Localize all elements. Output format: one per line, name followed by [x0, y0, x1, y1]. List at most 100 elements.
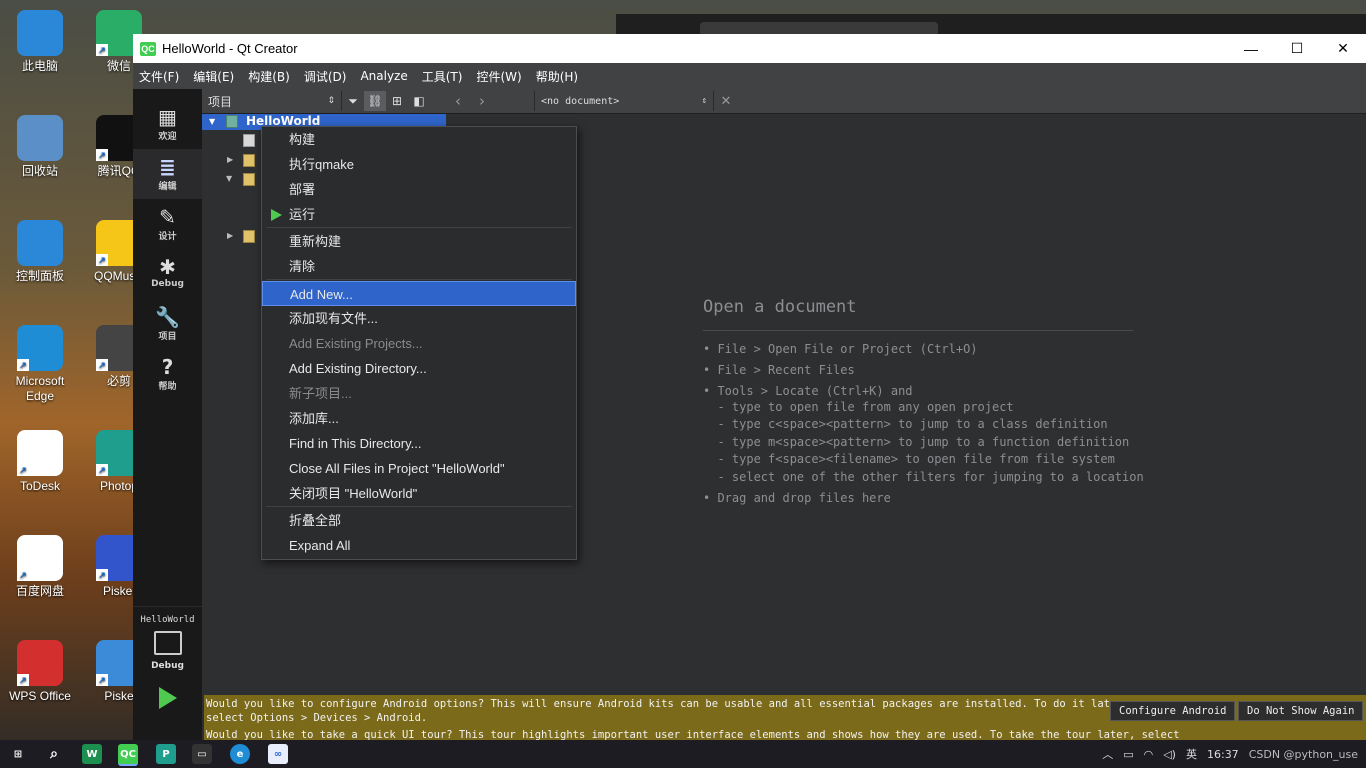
expanded-arrow-icon: ▼	[226, 174, 233, 183]
context-menu-item[interactable]: 部署	[262, 177, 576, 202]
shortcut-arrow-icon: ↗	[17, 569, 29, 581]
context-menu-item[interactable]: Add Existing Projects...	[262, 331, 576, 356]
desktop-icon-label: 百度网盘	[15, 584, 64, 598]
context-menu-label: 添加现有文件...	[289, 311, 378, 326]
menu-item[interactable]: 构建(B)	[248, 68, 290, 85]
desktop-icon[interactable]: ↗ Microsoft Edge	[5, 325, 75, 404]
context-menu-item[interactable]: 添加库...	[262, 406, 576, 431]
android-infobar-text-2: select Options > Devices > Android.	[206, 712, 428, 724]
windows-start-icon[interactable]: ⊞	[8, 744, 28, 764]
desktop-icon-label: WPS Office	[9, 689, 71, 703]
input-method-icon[interactable]: 英	[1186, 746, 1197, 762]
battery-icon[interactable]: ▭	[1123, 748, 1133, 761]
explorer-taskbar-icon[interactable]: ▭	[192, 744, 212, 764]
edit-doc-icon: ≣	[159, 155, 176, 179]
context-menu-item[interactable]: 执行qmake	[262, 152, 576, 177]
tray-time[interactable]: 16:37	[1207, 748, 1239, 761]
mode-edit-doc[interactable]: ≣ 编辑	[133, 149, 202, 199]
navigator-view-label: 项目	[208, 94, 233, 109]
project-icon	[226, 115, 238, 128]
desktop-icon[interactable]: ↗ 百度网盘	[5, 535, 75, 599]
run-icon[interactable]	[158, 687, 177, 709]
forward-icon[interactable]: ›	[470, 92, 494, 110]
context-menu-label: 部署	[289, 182, 316, 197]
combo-arrows-icon: ⇕	[327, 96, 335, 106]
folder-icon	[243, 154, 255, 167]
photopea-taskbar-icon[interactable]: P	[156, 744, 176, 764]
bug-icon: ✱	[159, 255, 176, 279]
configure-android-button[interactable]: Configure Android	[1110, 701, 1236, 721]
shortcut-arrow-icon: ↗	[17, 464, 29, 476]
wifi-icon[interactable]: ◠	[1144, 748, 1154, 761]
shortcut-arrow-icon: ↗	[96, 359, 108, 371]
sync-link-icon[interactable]: ⛓	[364, 91, 386, 111]
desktop-icon[interactable]: 此电脑	[5, 10, 75, 74]
context-menu-item[interactable]: 清除	[262, 254, 576, 279]
menu-item[interactable]: 文件(F)	[139, 68, 179, 85]
context-menu-item[interactable]: 折叠全部	[262, 508, 576, 533]
folder-icon	[243, 230, 255, 243]
desktop-icon[interactable]: ↗ ToDesk	[5, 430, 75, 494]
menu-item[interactable]: Analyze	[360, 69, 407, 83]
context-menu-item[interactable]: 新子项目...	[262, 381, 576, 406]
context-menu-item[interactable]: Find in This Directory...	[262, 431, 576, 456]
context-menu-item[interactable]: Add Existing Directory...	[262, 356, 576, 381]
split-icon[interactable]: ⊞	[386, 91, 408, 111]
context-menu-item[interactable]: 构建	[262, 127, 576, 152]
menu-item[interactable]: 编辑(E)	[193, 68, 234, 85]
baidu-netdisk-taskbar-icon[interactable]: ∞	[268, 744, 288, 764]
mode-wrench[interactable]: 🔧 项目	[133, 299, 202, 349]
close-button[interactable]: ✕	[1320, 34, 1366, 63]
kit-build-label: Debug	[151, 661, 184, 671]
maximize-button[interactable]: ☐	[1274, 34, 1320, 63]
context-menu-item[interactable]: Close All Files in Project "HelloWorld"	[262, 456, 576, 481]
context-menu-label: Add Existing Projects...	[289, 336, 423, 351]
desktop-icon[interactable]: 控制面板	[5, 220, 75, 284]
desktop-icon-label: 控制面板	[15, 269, 64, 283]
context-menu-item[interactable]: Expand All	[262, 533, 576, 558]
context-menu-label: 关闭项目 "HelloWorld"	[289, 486, 418, 501]
edge-icon: ↗	[17, 325, 63, 371]
context-menu-item[interactable]: 重新构建	[262, 229, 576, 254]
wrench-icon: 🔧	[155, 305, 180, 329]
context-menu-item[interactable]: Add New...	[262, 281, 576, 306]
volume-icon[interactable]: ◁)	[1163, 748, 1176, 761]
wps-taskbar-icon[interactable]: W	[82, 744, 102, 764]
context-menu-label: Add New...	[290, 287, 353, 302]
computer-icon	[17, 10, 63, 56]
context-menu-item[interactable]: 添加现有文件...	[262, 306, 576, 331]
back-icon[interactable]: ‹	[446, 92, 470, 110]
monitor-icon[interactable]	[153, 631, 182, 655]
menu-item[interactable]: 帮助(H)	[536, 68, 578, 85]
collapsed-arrow-icon: ▶	[227, 155, 234, 164]
do-not-show-again-button[interactable]: Do Not Show Again	[1238, 701, 1364, 721]
menu-item[interactable]: 工具(T)	[422, 68, 463, 85]
close-document-icon[interactable]: ✕	[714, 94, 738, 109]
qt-creator-taskbar-icon[interactable]: QC	[118, 744, 138, 766]
menu-item[interactable]: 调试(D)	[304, 68, 347, 85]
close-sidebar-icon[interactable]: ◧	[408, 91, 430, 111]
kit-selector: HelloWorld Debug	[133, 606, 202, 741]
edge-taskbar-icon[interactable]: e	[230, 744, 250, 764]
document-label: <no document>	[541, 95, 620, 107]
document-combo[interactable]: <no document> ⇕	[534, 91, 714, 111]
filter-icon[interactable]: ⏷	[342, 91, 364, 111]
pro-file-icon	[243, 134, 255, 147]
navigator-view-combo[interactable]: 项目 ⇕	[202, 91, 342, 111]
desktop-icon[interactable]: 回收站	[5, 115, 75, 179]
menu-item[interactable]: 控件(W)	[476, 68, 521, 85]
mode-label: Debug	[151, 279, 184, 289]
minimize-button[interactable]: —	[1228, 34, 1274, 63]
tray-chevron-icon[interactable]: ︿	[1102, 746, 1113, 762]
desktop: 此电脑 ↗ 微信 回收站 ↗ 腾讯QQ 控制面板 ↗ QQMusic ↗ Microsoft Edg…	[0, 0, 144, 740]
mode-bug[interactable]: ✱ Debug	[133, 249, 202, 299]
combo-arrows-icon: ⇕	[701, 96, 707, 106]
context-menu-item[interactable]: 关闭项目 "HelloWorld"	[262, 481, 576, 506]
desktop-icon[interactable]: ↗ WPS Office	[5, 640, 75, 704]
search-icon[interactable]: ⌕	[44, 744, 64, 764]
mode-help[interactable]: ? 帮助	[133, 349, 202, 399]
context-menu-label: 重新构建	[289, 234, 342, 249]
mode-grid[interactable]: ▦ 欢迎	[133, 99, 202, 149]
context-menu-item[interactable]: 运行	[262, 202, 576, 227]
mode-pencil[interactable]: ✎ 设计	[133, 199, 202, 249]
